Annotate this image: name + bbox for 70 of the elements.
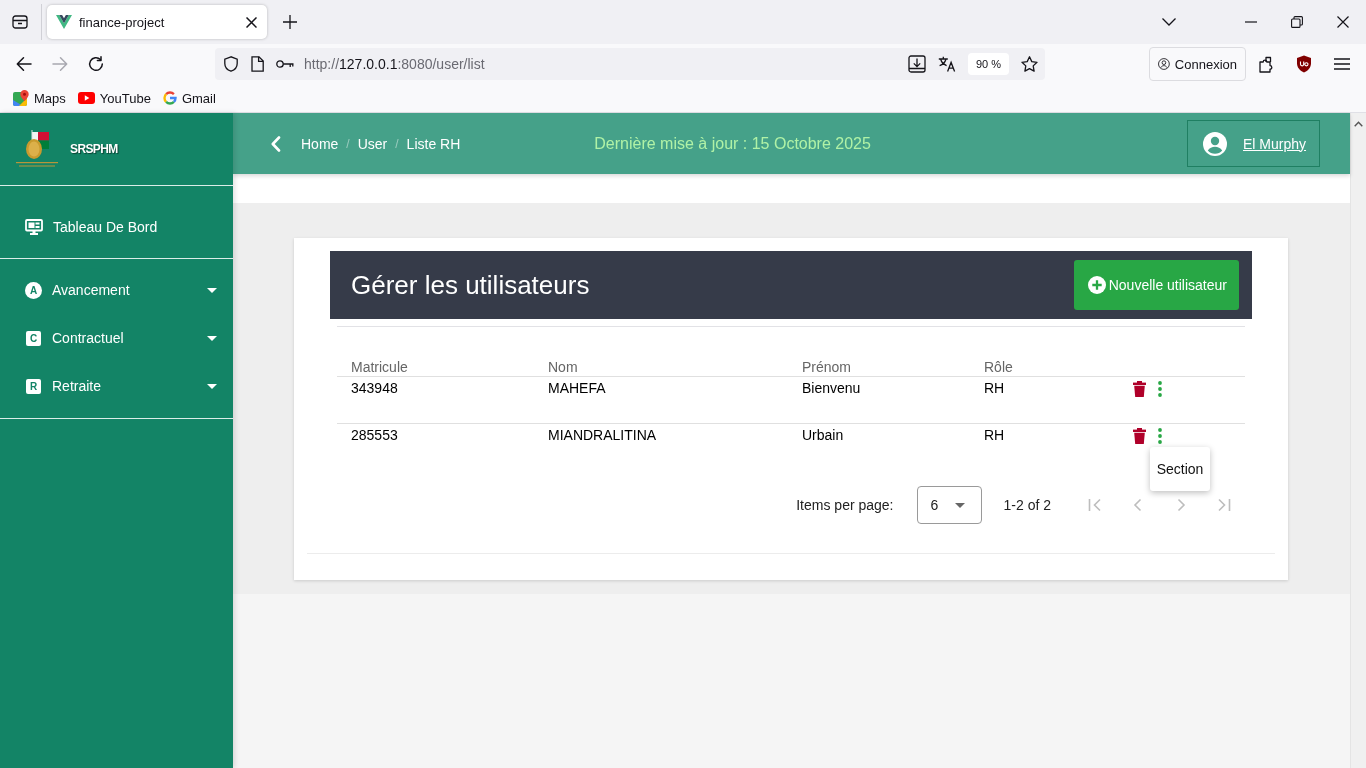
last-update-text: Dernière mise à jour : 15 Octobre 2025	[594, 134, 871, 153]
table-cell-text: MAHEFA	[547, 380, 607, 397]
column-header: Matricule	[350, 359, 409, 376]
play-icon	[77, 92, 95, 104]
column-header: Prénom	[801, 359, 853, 376]
translate-icon[interactable]	[937, 56, 956, 72]
table-cell-text: Bienvenu	[801, 380, 862, 397]
browser-tab[interactable]: finance-project	[47, 5, 267, 39]
arrow-left-icon[interactable]	[16, 56, 32, 72]
panel-title: Gérer les utilisateurs	[351, 269, 590, 301]
key-icon[interactable]	[276, 59, 294, 69]
breadcrumb-separator: /	[346, 136, 350, 151]
caret-down-icon	[954, 502, 965, 508]
column-header: Rôle	[983, 359, 1014, 376]
table-cell-text: MIANDRALITINA	[547, 427, 658, 444]
shield-icon[interactable]	[223, 56, 239, 72]
star-icon[interactable]	[1021, 56, 1038, 72]
shield-badge-icon[interactable]	[1296, 55, 1312, 73]
address-field[interactable]: http://127.0.0.1:8080/user/list 90 %	[215, 48, 1045, 80]
bookmark-link[interactable]: YouTube	[77, 90, 151, 106]
nav-item[interactable]: R Retraite	[0, 362, 233, 410]
letter-badge: A	[25, 281, 42, 299]
v-logo-icon	[56, 15, 72, 29]
bookmark-link[interactable]: Gmail	[162, 90, 216, 106]
menu-item[interactable]: Section	[1156, 461, 1204, 477]
coin-flag-logo-icon	[15, 130, 59, 168]
account-circle-icon	[1203, 131, 1227, 156]
dots-vertical-icon[interactable]	[1158, 380, 1162, 397]
sign-in-button[interactable]: Connexion	[1149, 47, 1246, 81]
chevron-down-icon[interactable]	[1162, 18, 1176, 26]
monitor-icon	[25, 219, 43, 235]
menu-icon[interactable]	[1334, 58, 1350, 70]
download-icon[interactable]	[907, 55, 926, 73]
nav-item[interactable]: C Contractuel	[0, 314, 233, 362]
nav-item[interactable]: A Avancement	[0, 266, 233, 314]
zoom-level-button[interactable]: 90 %	[967, 53, 1009, 75]
scrollbar[interactable]	[1350, 113, 1366, 768]
table-cell-text: 285553	[350, 427, 399, 444]
letter-badge: R	[26, 378, 41, 394]
reload-icon[interactable]	[88, 56, 104, 72]
table-cell-text: RH	[983, 427, 1006, 444]
items-per-page-label: Items per page:	[796, 497, 894, 513]
map-pin-icon	[13, 90, 29, 106]
nav-item[interactable]: Tableau De Bord	[0, 216, 233, 238]
page-size-select[interactable]: 6	[916, 486, 982, 524]
close-icon[interactable]	[246, 16, 257, 28]
page-icon[interactable]	[251, 56, 264, 72]
bookmark-link[interactable]: Maps	[13, 90, 66, 106]
brand-name: SRSPHM	[70, 142, 118, 156]
column-header: Nom	[547, 359, 579, 376]
table-cell-text: RH	[983, 380, 1006, 397]
tray-icon[interactable]	[12, 14, 28, 30]
chevron-up-icon[interactable]	[1354, 121, 1363, 127]
page-range: 1-2 of 2	[1003, 497, 1051, 513]
chevron-left-icon[interactable]	[271, 135, 281, 152]
plus-circle-icon	[1087, 276, 1106, 294]
breadcrumb-separator: /	[395, 136, 399, 151]
restore-icon[interactable]	[1291, 16, 1303, 28]
close-icon[interactable]	[1337, 16, 1349, 28]
trash-icon[interactable]	[1133, 427, 1146, 444]
table-cell-text: 343948	[350, 380, 399, 397]
trash-icon[interactable]	[1133, 380, 1146, 397]
letter-badge: C	[26, 330, 41, 346]
puzzle-icon[interactable]	[1259, 55, 1275, 73]
url-text: http://127.0.0.1:8080/user/list	[304, 56, 485, 72]
account-icon	[1158, 55, 1170, 73]
plus-icon[interactable]	[283, 15, 297, 29]
table-cell-text: Urbain	[801, 427, 845, 444]
dots-vertical-icon[interactable]	[1158, 427, 1162, 444]
g-logo-icon	[162, 91, 177, 105]
